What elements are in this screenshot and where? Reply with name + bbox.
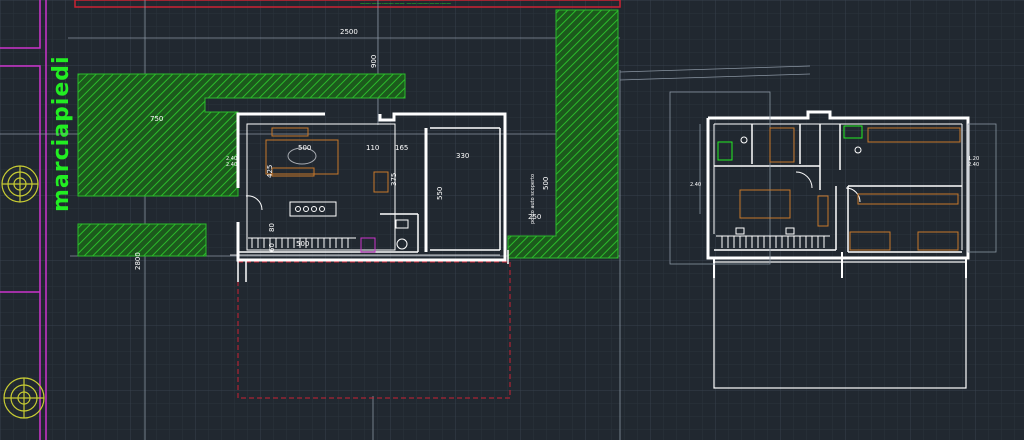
small-dim: 2.40 [968, 162, 979, 168]
dim-110: 110 [366, 144, 379, 152]
dim-330: 330 [456, 152, 469, 160]
dim-165: 165 [395, 144, 408, 152]
dim-60: 60 [268, 243, 276, 252]
dim-2500: 2500 [340, 28, 358, 36]
dim-2800: 2800 [134, 252, 142, 270]
dim-500-b: 500 [542, 177, 550, 190]
cad-drawing-canvas[interactable]: marciapiedi ——·——·——·—— ——·——·——·—— 2500… [0, 0, 1024, 440]
dim-900: 900 [370, 55, 378, 68]
top-banner-label: ——·——·——·—— ——·——·——·—— [360, 1, 451, 7]
small-dim: 2.40 [226, 162, 237, 168]
small-dim: 2.40 [690, 182, 701, 188]
tree-icon [3, 377, 45, 419]
tree-icon [1, 165, 39, 203]
dim-550: 550 [436, 187, 444, 200]
dim-425: 425 [266, 165, 274, 178]
major-grid [0, 0, 1024, 440]
dim-80: 80 [268, 223, 276, 232]
dim-500-a: 500 [298, 144, 311, 152]
dim-500-c: 500 [296, 240, 309, 248]
parking-note: posto auto scoperto [530, 174, 536, 224]
dim-750: 750 [150, 115, 163, 123]
dim-375: 375 [390, 173, 398, 186]
